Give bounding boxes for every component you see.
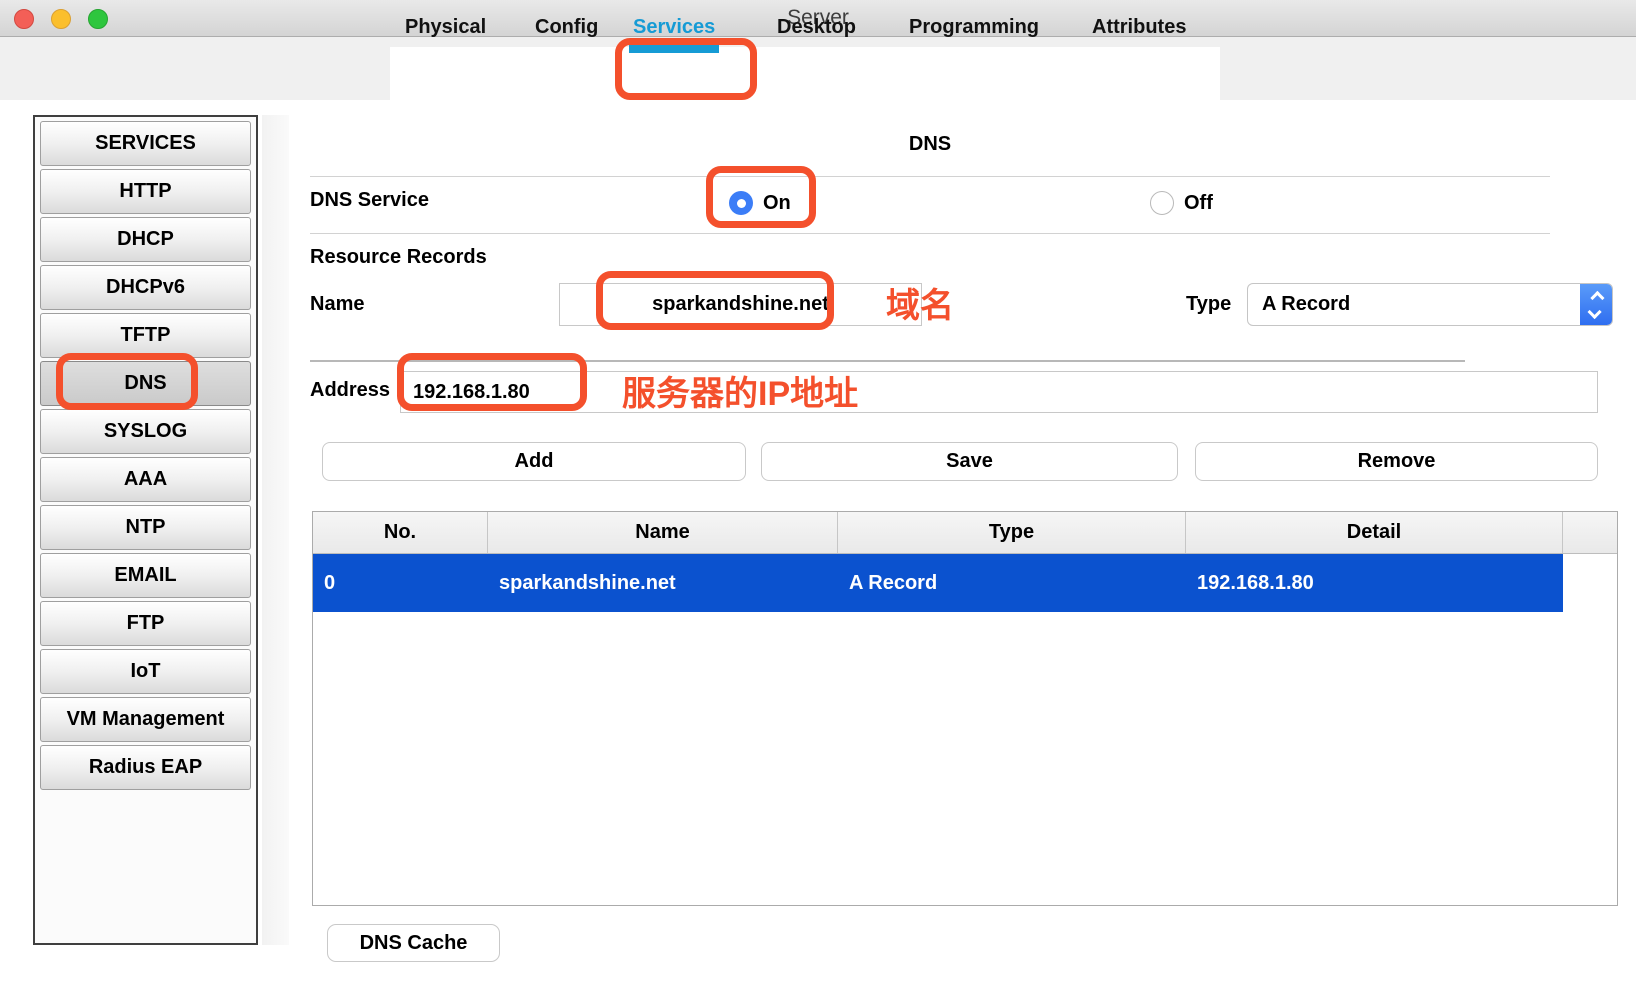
tab-bar [390, 47, 1220, 100]
off-radio-label: Off [1184, 192, 1213, 215]
off-radio[interactable] [1150, 191, 1174, 215]
table-cell: sparkandshine.net [488, 554, 838, 612]
table-cell: A Record [838, 554, 1186, 612]
sidebar-item-radius-eap[interactable]: Radius EAP [40, 745, 251, 790]
sidebar-item-vm-management[interactable]: VM Management [40, 697, 251, 742]
table-header-name[interactable]: Name [488, 512, 838, 553]
table-header-filler [1563, 512, 1617, 553]
sidebar-item-tftp[interactable]: TFTP [40, 313, 251, 358]
table-header-detail[interactable]: Detail [1186, 512, 1563, 553]
sidebar-item-ftp[interactable]: FTP [40, 601, 251, 646]
table-cell: 192.168.1.80 [1186, 554, 1563, 612]
tab-desktop[interactable]: Desktop [777, 8, 856, 46]
dns-service-off-option: Off [1150, 191, 1213, 215]
tab-config[interactable]: Config [535, 8, 598, 46]
sidebar-item-http[interactable]: HTTP [40, 169, 251, 214]
divider [310, 176, 1550, 177]
sidebar-item-aaa[interactable]: AAA [40, 457, 251, 502]
type-label: Type [1186, 293, 1231, 316]
sidebar-item-dhcp[interactable]: DHCP [40, 217, 251, 262]
sidebar-item-ntp[interactable]: NTP [40, 505, 251, 550]
sidebar-item-email[interactable]: EMAIL [40, 553, 251, 598]
type-select[interactable]: A Record [1247, 283, 1613, 326]
dns-cache-button[interactable]: DNS Cache [327, 924, 500, 962]
dns-section-title: DNS [310, 133, 1550, 156]
sidebar-item-services[interactable]: SERVICES [40, 121, 251, 166]
sidebar-item-iot[interactable]: IoT [40, 649, 251, 694]
table-header-row: No.NameTypeDetail [313, 512, 1617, 554]
divider [310, 233, 1550, 234]
up-chevron-icon [1590, 290, 1604, 304]
dns-service-label: DNS Service [310, 189, 429, 212]
table-body: 0sparkandshine.netA Record192.168.1.80 [313, 554, 1617, 612]
address-label: Address [310, 379, 390, 402]
select-stepper[interactable] [1580, 284, 1612, 325]
tab-physical[interactable]: Physical [405, 8, 486, 46]
tab-attributes[interactable]: Attributes [1092, 8, 1186, 46]
resource-records-table: No.NameTypeDetail 0sparkandshine.netA Re… [312, 511, 1618, 906]
name-input[interactable] [559, 283, 922, 326]
add-button[interactable]: Add [322, 442, 746, 481]
zoom-button[interactable] [88, 9, 108, 29]
sidebar-item-dhcpv6[interactable]: DHCPv6 [40, 265, 251, 310]
table-header-no[interactable]: No. [313, 512, 488, 553]
resource-records-heading: Resource Records [310, 246, 487, 269]
divider [310, 360, 1465, 362]
close-button[interactable] [14, 9, 34, 29]
table-cell: 0 [313, 554, 488, 612]
address-input[interactable] [400, 371, 1598, 413]
down-chevron-icon [1588, 304, 1602, 318]
services-sidebar: SERVICESHTTPDHCPDHCPv6TFTPDNSSYSLOGAAANT… [33, 115, 258, 945]
sidebar-item-dns[interactable]: DNS [40, 361, 251, 406]
sidebar-scroll-area[interactable] [262, 115, 289, 945]
traffic-lights [14, 9, 108, 29]
dns-service-on-option: On [729, 191, 791, 215]
server-window: Server PhysicalConfigServicesDesktopProg… [0, 0, 1636, 986]
sidebar-item-syslog[interactable]: SYSLOG [40, 409, 251, 454]
table-row[interactable]: 0sparkandshine.netA Record192.168.1.80 [313, 554, 1563, 612]
minimize-button[interactable] [51, 9, 71, 29]
remove-button[interactable]: Remove [1195, 442, 1598, 481]
type-select-value: A Record [1248, 293, 1580, 316]
on-radio-label: On [763, 192, 791, 215]
on-radio[interactable] [729, 191, 753, 215]
save-button[interactable]: Save [761, 442, 1178, 481]
name-label: Name [310, 293, 364, 316]
tab-services[interactable]: Services [633, 8, 715, 46]
tab-programming[interactable]: Programming [909, 8, 1039, 46]
table-header-type[interactable]: Type [838, 512, 1186, 553]
